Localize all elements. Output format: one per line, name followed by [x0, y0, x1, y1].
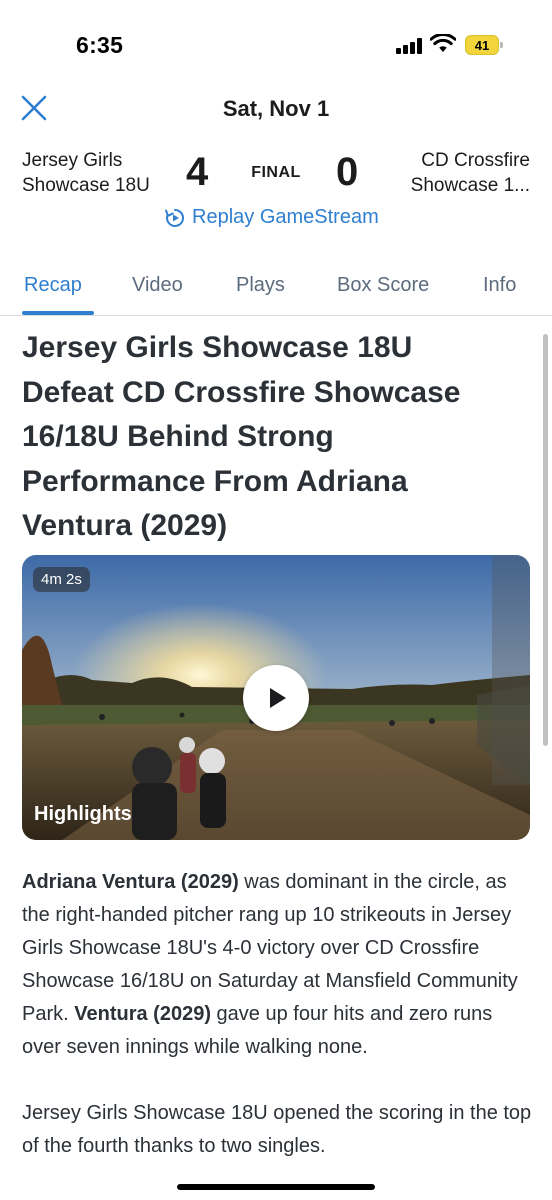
- battery-level: 41: [465, 35, 499, 55]
- headline-line: Jersey Girls Showcase 18U: [22, 331, 413, 364]
- replay-gamestream-button[interactable]: Replay GameStream: [164, 206, 379, 229]
- status-time: 6:35: [76, 32, 124, 58]
- headline-line: 16/18U Behind Strong: [22, 420, 334, 453]
- cellular-signal-icon: [396, 38, 422, 54]
- headline-line: Performance From Adriana: [22, 464, 408, 498]
- home-indicator[interactable]: [177, 1184, 375, 1190]
- tab-info[interactable]: Info: [483, 274, 516, 297]
- play-button[interactable]: [243, 665, 309, 731]
- away-score: 0: [336, 150, 359, 194]
- player-name-bold: Adriana Ventura (2029): [22, 871, 239, 893]
- replay-label: Replay GameStream: [192, 206, 379, 228]
- play-icon: [270, 688, 286, 708]
- scroll-indicator[interactable]: [543, 334, 548, 746]
- tab-plays[interactable]: Plays: [236, 274, 285, 297]
- game-date: Sat, Nov 1: [222, 96, 330, 121]
- active-tab-indicator: [22, 311, 94, 315]
- battery-icon: 41: [465, 35, 503, 55]
- tab-box-score[interactable]: Box Score: [337, 274, 429, 297]
- tab-recap[interactable]: Recap: [24, 274, 82, 297]
- away-team-name[interactable]: CD Crossfire Showcase 1...: [380, 148, 530, 198]
- away-team-line1: CD Crossfire: [421, 150, 530, 171]
- replay-icon: [165, 208, 184, 227]
- paragraph-text: was dominant in the circle, as the right…: [22, 871, 518, 1025]
- highlights-video-card[interactable]: 4m 2s Highlights: [22, 555, 530, 840]
- video-duration-badge: 4m 2s: [33, 567, 90, 592]
- away-team-line2: Showcase 1...: [410, 175, 530, 196]
- status-bar: 6:35 41: [0, 0, 552, 90]
- tab-bar: Recap Video Plays Box Score Info: [0, 264, 552, 316]
- article-body: Adriana Ventura (2029) was dominant in t…: [22, 866, 532, 1196]
- video-label: Highlights: [34, 803, 132, 825]
- headline-line: Defeat CD Crossfire Showcase: [22, 375, 461, 409]
- article-headline: Jersey Girls Showcase 18U Defeat CD Cros…: [22, 326, 522, 549]
- wifi-icon: [430, 34, 456, 52]
- headline-line: Ventura (2029): [22, 509, 228, 542]
- article-paragraph: Jersey Girls Showcase 18U opened the sco…: [22, 1102, 532, 1157]
- tab-video[interactable]: Video: [132, 274, 183, 297]
- article-paragraph: Adriana Ventura (2029) was dominant in t…: [22, 866, 532, 1064]
- player-name-bold: Ventura (2029): [74, 1003, 211, 1025]
